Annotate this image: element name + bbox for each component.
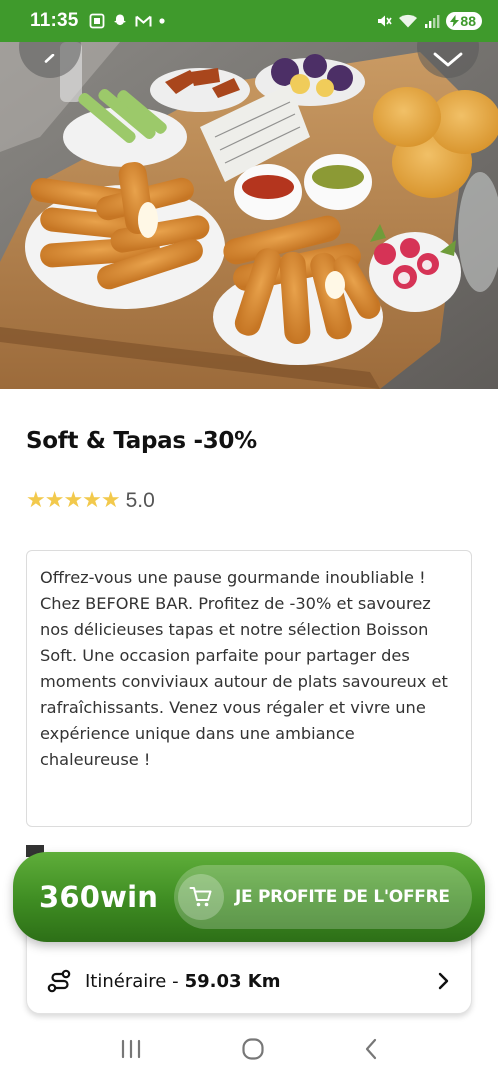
battery-indicator: 88 bbox=[446, 12, 482, 30]
gmail-icon bbox=[135, 15, 152, 27]
offer-image bbox=[0, 42, 498, 389]
screenshot-icon bbox=[89, 13, 104, 29]
battery-level: 88 bbox=[460, 13, 476, 29]
home-icon[interactable] bbox=[241, 1037, 265, 1061]
signal-icon bbox=[425, 15, 440, 28]
rating-value: 5.0 bbox=[125, 488, 155, 512]
mute-icon bbox=[378, 15, 393, 27]
wifi-icon bbox=[399, 14, 418, 28]
claim-offer-label: JE PROFITE DE L'OFFRE bbox=[235, 887, 450, 907]
offer-price: 360win bbox=[39, 880, 159, 914]
offer-description: Offrez-vous une pause gourmande inoublia… bbox=[40, 568, 448, 769]
system-nav-bar bbox=[0, 1018, 498, 1080]
status-bar: 11:35 88 bbox=[0, 0, 498, 42]
chevron-left-icon bbox=[44, 54, 55, 63]
itinerary-label: Itinéraire - bbox=[85, 970, 179, 992]
description-card: Offrez-vous une pause gourmande inoublia… bbox=[26, 550, 472, 827]
itinerary-distance: 59.03 Km bbox=[184, 970, 281, 992]
rating: ★★★★★ 5.0 bbox=[26, 488, 155, 513]
recent-apps-icon[interactable] bbox=[119, 1039, 143, 1059]
cart-icon bbox=[189, 887, 212, 907]
dot-icon bbox=[158, 18, 165, 24]
chevron-right-icon bbox=[438, 972, 449, 990]
system-icons: 88 bbox=[376, 12, 482, 30]
back-nav-icon[interactable] bbox=[363, 1037, 379, 1061]
rating-stars: ★★★★★ bbox=[26, 488, 121, 513]
tapas-photo bbox=[0, 42, 498, 389]
cart-icon-circle bbox=[178, 874, 224, 920]
charging-icon bbox=[450, 15, 460, 27]
notification-icons bbox=[89, 13, 165, 29]
offer-screen: 11:35 88 Soft & Tapas -30% ★★★★★ 5.0 Off… bbox=[0, 0, 498, 1080]
chevron-down-icon bbox=[433, 52, 463, 67]
claim-offer-button[interactable]: JE PROFITE DE L'OFFRE bbox=[174, 865, 472, 929]
status-time: 11:35 bbox=[30, 10, 79, 31]
route-icon bbox=[47, 969, 71, 993]
snapchat-icon bbox=[113, 14, 126, 27]
offer-cta-bar: 360win JE PROFITE DE L'OFFRE bbox=[13, 852, 485, 942]
offer-title: Soft & Tapas -30% bbox=[26, 428, 257, 454]
